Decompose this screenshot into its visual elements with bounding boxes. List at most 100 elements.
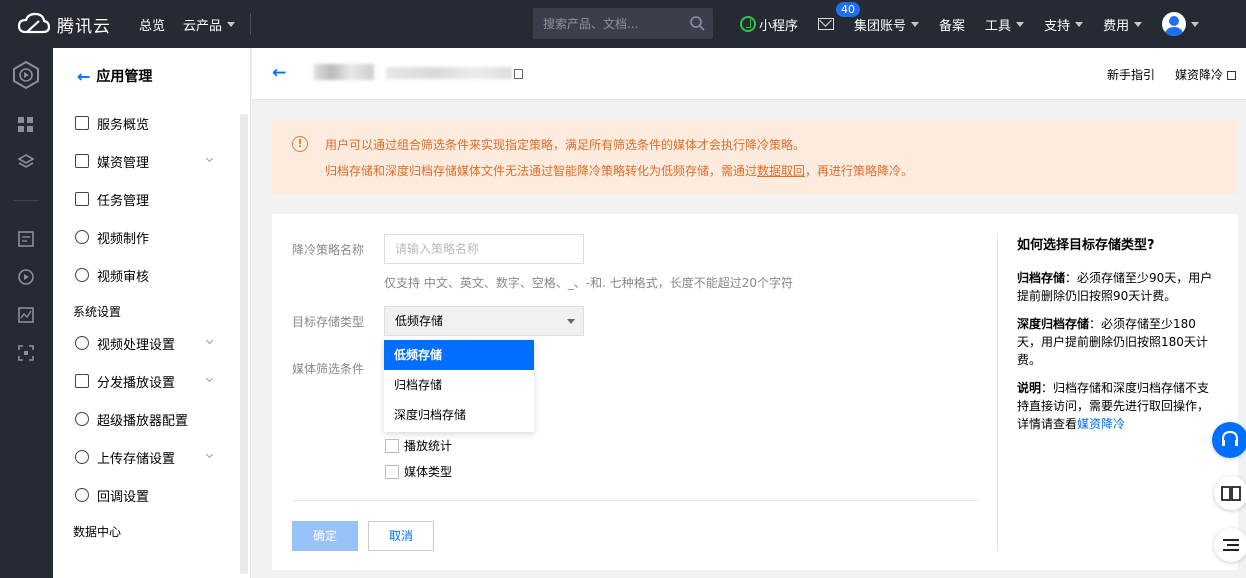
sidebar-title: 应用管理 xyxy=(96,69,153,85)
docs-link-label: 媒资降冷 xyxy=(1174,68,1223,82)
icon-rail xyxy=(0,48,53,578)
checkbox[interactable] xyxy=(385,464,399,479)
user-menu[interactable] xyxy=(1152,0,1209,48)
check-square-icon xyxy=(75,192,89,206)
alert-line-1: 用户可以通过组合筛选条件来实现指定策略，满足所有筛选条件的媒体才会执行降冷策略。 xyxy=(325,138,806,152)
chevron-down-icon xyxy=(205,374,214,383)
docs-link[interactable]: 媒资降冷 xyxy=(1165,66,1236,83)
sidebar-item-label: 任务管理 xyxy=(97,193,150,209)
sidebar: ← 应用管理 服务概览 媒资管理 任务管理 视频制作 视频审核 系统设置 视频处… xyxy=(53,48,251,578)
external-link-icon xyxy=(1227,71,1236,80)
account-label: 集团账号 xyxy=(854,18,907,34)
section-system-settings: 系统设置 xyxy=(73,305,122,319)
sidebar-item-video-production[interactable]: 视频制作 xyxy=(53,218,250,256)
alert-line-2-post: ，再进行策略降冷。 xyxy=(805,164,914,178)
arrow-left-icon[interactable]: ← xyxy=(77,67,90,86)
checkbox-label: 媒体类型 xyxy=(404,465,453,479)
help-note-term: 说明 xyxy=(1017,381,1042,395)
fees-menu[interactable]: 费用 xyxy=(1093,0,1152,48)
guide-link[interactable]: 新手指引 xyxy=(1107,66,1155,83)
mini-program-link[interactable]: 小程序 xyxy=(730,0,808,48)
storage-type-select[interactable]: 低频存储 xyxy=(384,306,584,336)
tools-menu[interactable]: 工具 xyxy=(975,0,1034,48)
play-icon xyxy=(75,230,89,244)
arrow-left-icon[interactable]: ← xyxy=(272,63,286,83)
cloud-logo-icon xyxy=(17,12,51,34)
book-icon xyxy=(1221,486,1241,501)
sidebar-scrollbar[interactable] xyxy=(240,114,248,574)
cube-icon xyxy=(75,374,89,388)
nav-products[interactable]: 云产品 xyxy=(174,0,244,48)
mail-button[interactable]: 40 xyxy=(808,0,861,48)
policy-form-card: 降冷策略名称 请输入策略名称 仅支持 中文、英文、数字、空格、_、-和. 七种格… xyxy=(272,214,1238,570)
help-deep-archive: 深度归档存储：必须存储至少180天，用户提前删除仍旧按照180天计费。 xyxy=(1017,315,1217,369)
sidebar-item-overview[interactable]: 服务概览 xyxy=(53,104,250,142)
docs-button[interactable] xyxy=(1214,476,1246,510)
filter-play-stats[interactable]: 播放统计 xyxy=(385,437,452,454)
top-bar: 腾讯云 总览 云产品 搜索产品、文档... 小程序 40 集团账号 备案 工具 … xyxy=(0,0,1246,48)
warning-icon: ! xyxy=(292,136,308,152)
sidebar-item-video-process[interactable]: 视频处理设置 xyxy=(53,324,250,362)
menu-list-button[interactable] xyxy=(1214,528,1246,562)
warning-alert: ! 用户可以通过组合筛选条件来实现指定策略，满足所有筛选条件的媒体才会执行降冷策… xyxy=(272,120,1238,194)
help-deep-archive-term: 深度归档存储 xyxy=(1017,317,1090,331)
support-label: 支持 xyxy=(1044,18,1071,34)
cancel-button[interactable]: 取消 xyxy=(368,521,434,551)
filter-media-type[interactable]: 媒体类型 xyxy=(385,463,452,480)
review-icon xyxy=(75,268,89,282)
sidebar-item-label: 回调设置 xyxy=(97,489,150,505)
sidebar-item-label: 上传存储设置 xyxy=(97,451,176,467)
record-link[interactable]: 备案 xyxy=(929,0,975,48)
divider xyxy=(13,200,39,201)
sidebar-item-super-player[interactable]: 超级播放器配置 xyxy=(53,400,250,438)
media-play-icon[interactable] xyxy=(17,268,35,286)
help-archive: 归档存储：必须存储至少90天，用户提前删除仍旧按照90天计费。 xyxy=(1017,269,1217,305)
policy-name-input[interactable]: 请输入策略名称 xyxy=(384,234,584,264)
sidebar-item-upload-storage[interactable]: 上传存储设置 xyxy=(53,438,250,476)
storage-type-dropdown: 低频存储 归档存储 深度归档存储 xyxy=(384,340,534,432)
account-menu[interactable]: 集团账号 xyxy=(844,0,929,48)
grid-icon xyxy=(75,116,89,130)
sidebar-item-tasks[interactable]: 任务管理 xyxy=(53,180,250,218)
vod-product-icon[interactable] xyxy=(11,60,41,90)
checkbox-label: 播放统计 xyxy=(404,439,453,453)
search-icon[interactable] xyxy=(689,15,705,31)
option-standard-ia[interactable]: 低频存储 xyxy=(384,340,534,370)
copy-icon[interactable] xyxy=(514,69,523,79)
help-title: 如何选择目标存储类型? xyxy=(1017,238,1155,253)
scan-icon[interactable] xyxy=(17,344,35,362)
sidebar-item-video-review[interactable]: 视频审核 xyxy=(53,256,250,294)
option-deep-archive[interactable]: 深度归档存储 xyxy=(384,400,534,430)
customer-service-button[interactable] xyxy=(1212,422,1246,458)
media-cooling-link[interactable]: 媒资降冷 xyxy=(1077,417,1125,431)
brand-logo[interactable]: 腾讯云 xyxy=(0,12,130,37)
sidebar-item-media[interactable]: 媒资管理 xyxy=(53,142,250,180)
storage-type-value: 低频存储 xyxy=(395,314,444,328)
confirm-button[interactable]: 确定 xyxy=(292,521,358,551)
fees-label: 费用 xyxy=(1103,18,1130,34)
chevron-down-icon xyxy=(205,336,214,345)
help-archive-term: 归档存储 xyxy=(1017,271,1066,285)
player-icon xyxy=(75,412,89,426)
sidebar-item-distribution[interactable]: 分发播放设置 xyxy=(53,362,250,400)
sidebar-item-callback[interactable]: 回调设置 xyxy=(53,476,250,514)
nav-overview[interactable]: 总览 xyxy=(130,0,174,48)
redacted-app-name xyxy=(314,64,374,80)
upload-icon xyxy=(75,450,89,464)
data-retrieval-link[interactable]: 数据取回 xyxy=(757,164,805,178)
report-icon[interactable] xyxy=(17,230,35,248)
monitor-chart-icon[interactable] xyxy=(17,306,35,324)
chevron-down-icon xyxy=(1075,21,1084,27)
option-archive[interactable]: 归档存储 xyxy=(384,370,534,400)
layers-icon[interactable] xyxy=(17,153,35,171)
caret-down-icon xyxy=(567,319,575,324)
search-input[interactable]: 搜索产品、文档... xyxy=(533,8,713,39)
sidebar-header[interactable]: ← 应用管理 xyxy=(53,48,250,104)
support-menu[interactable]: 支持 xyxy=(1034,0,1093,48)
checkbox[interactable] xyxy=(385,438,399,453)
sidebar-item-label: 分发播放设置 xyxy=(97,375,176,391)
callback-icon xyxy=(75,488,89,502)
mini-program-label: 小程序 xyxy=(759,18,799,34)
dashboard-icon[interactable] xyxy=(17,116,35,134)
chevron-down-icon xyxy=(1134,21,1143,27)
